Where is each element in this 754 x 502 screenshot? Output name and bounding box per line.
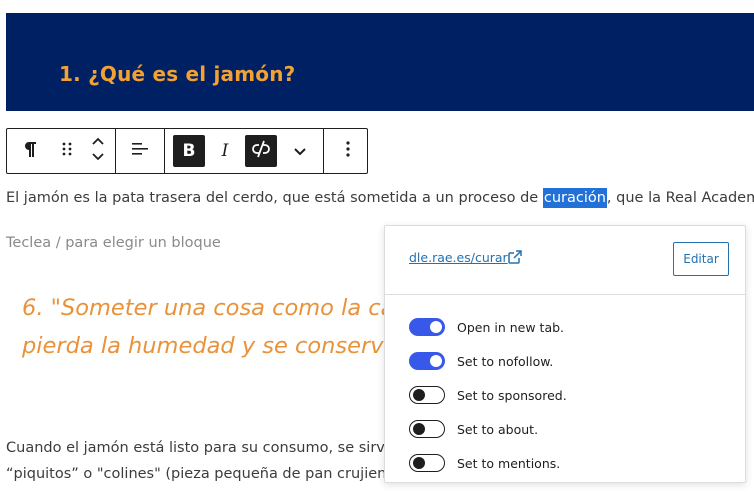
toggle-knob: [413, 457, 425, 469]
options-group: [324, 129, 372, 173]
new-tab-toggle[interactable]: [409, 318, 445, 336]
about-toggle[interactable]: [409, 420, 445, 438]
link-preview: dle.rae.es/curar Editar: [385, 226, 745, 295]
format-group: B I: [165, 129, 324, 173]
toggle-knob: [413, 389, 425, 401]
toggle-label: Open in new tab.: [457, 319, 565, 335]
toggle-knob: [430, 321, 442, 333]
edit-link-button[interactable]: Editar: [673, 242, 729, 276]
align-group: [116, 129, 165, 173]
toggle-label: Set to mentions.: [457, 455, 561, 471]
toggle-label: Set to nofollow.: [457, 353, 554, 369]
unlink-icon: [251, 140, 271, 162]
heading-block[interactable]: 1. ¿Qué es el jamón?: [6, 13, 754, 111]
paragraph-block[interactable]: El jamón es la pata trasera del cerdo, q…: [6, 188, 754, 208]
mentions-toggle[interactable]: [409, 454, 445, 472]
italic-label: I: [221, 141, 229, 161]
nofollow-toggle[interactable]: [409, 352, 445, 370]
more-rich-text-button[interactable]: [281, 129, 319, 173]
paragraph-icon: [23, 140, 37, 162]
paragraph-text-after: , que la Real Academia: [606, 190, 754, 206]
bold-button[interactable]: B: [173, 135, 205, 167]
block-placeholder[interactable]: Teclea / para elegir un bloque: [6, 235, 221, 251]
move-buttons[interactable]: [81, 129, 115, 173]
align-left-icon: [131, 141, 149, 161]
link-url[interactable]: dle.rae.es/curar: [409, 250, 508, 265]
more-vertical-icon: [346, 141, 350, 161]
selected-link-text[interactable]: curación: [542, 188, 607, 208]
block-toolbar: B I: [6, 128, 368, 174]
link-popover: dle.rae.es/curar Editar Open in new tab.…: [384, 225, 746, 483]
chevron-down-icon: [293, 142, 307, 161]
toggle-knob: [413, 423, 425, 435]
toggle-row-sponsored[interactable]: Set to sponsored.: [409, 378, 567, 412]
move-up-down-icon: [91, 135, 105, 167]
drag-handle-button[interactable]: [53, 129, 81, 173]
toggle-label: Set to sponsored.: [457, 387, 567, 403]
sponsored-toggle[interactable]: [409, 386, 445, 404]
paragraph-block-button[interactable]: [7, 129, 53, 173]
toggle-row-nofollow[interactable]: Set to nofollow.: [409, 344, 567, 378]
toggle-row-new-tab[interactable]: Open in new tab.: [409, 310, 567, 344]
unlink-button[interactable]: [245, 135, 277, 167]
link-settings: Open in new tab. Set to nofollow. Set to…: [409, 310, 567, 480]
toggle-row-about[interactable]: Set to about.: [409, 412, 567, 446]
heading-text[interactable]: 1. ¿Qué es el jamón?: [59, 62, 295, 86]
toggle-label: Set to about.: [457, 421, 539, 437]
italic-button[interactable]: I: [209, 129, 241, 173]
paragraph-line: “piquitos” o "colines" (pieza pequeña de…: [6, 466, 401, 482]
toggle-knob: [430, 355, 442, 367]
bold-label: B: [182, 141, 196, 161]
align-button[interactable]: [116, 129, 164, 173]
drag-handle-icon: [62, 141, 72, 161]
block-type-group: [7, 129, 116, 173]
toggle-row-mentions[interactable]: Set to mentions.: [409, 446, 567, 480]
external-link-icon: [507, 249, 523, 269]
paragraph-block-2[interactable]: Cuando el jamón está listo para su consu…: [6, 435, 401, 487]
paragraph-text-before: El jamón es la pata trasera del cerdo, q…: [6, 190, 543, 206]
paragraph-line: Cuando el jamón está listo para su consu…: [6, 440, 394, 456]
options-button[interactable]: [324, 129, 372, 173]
